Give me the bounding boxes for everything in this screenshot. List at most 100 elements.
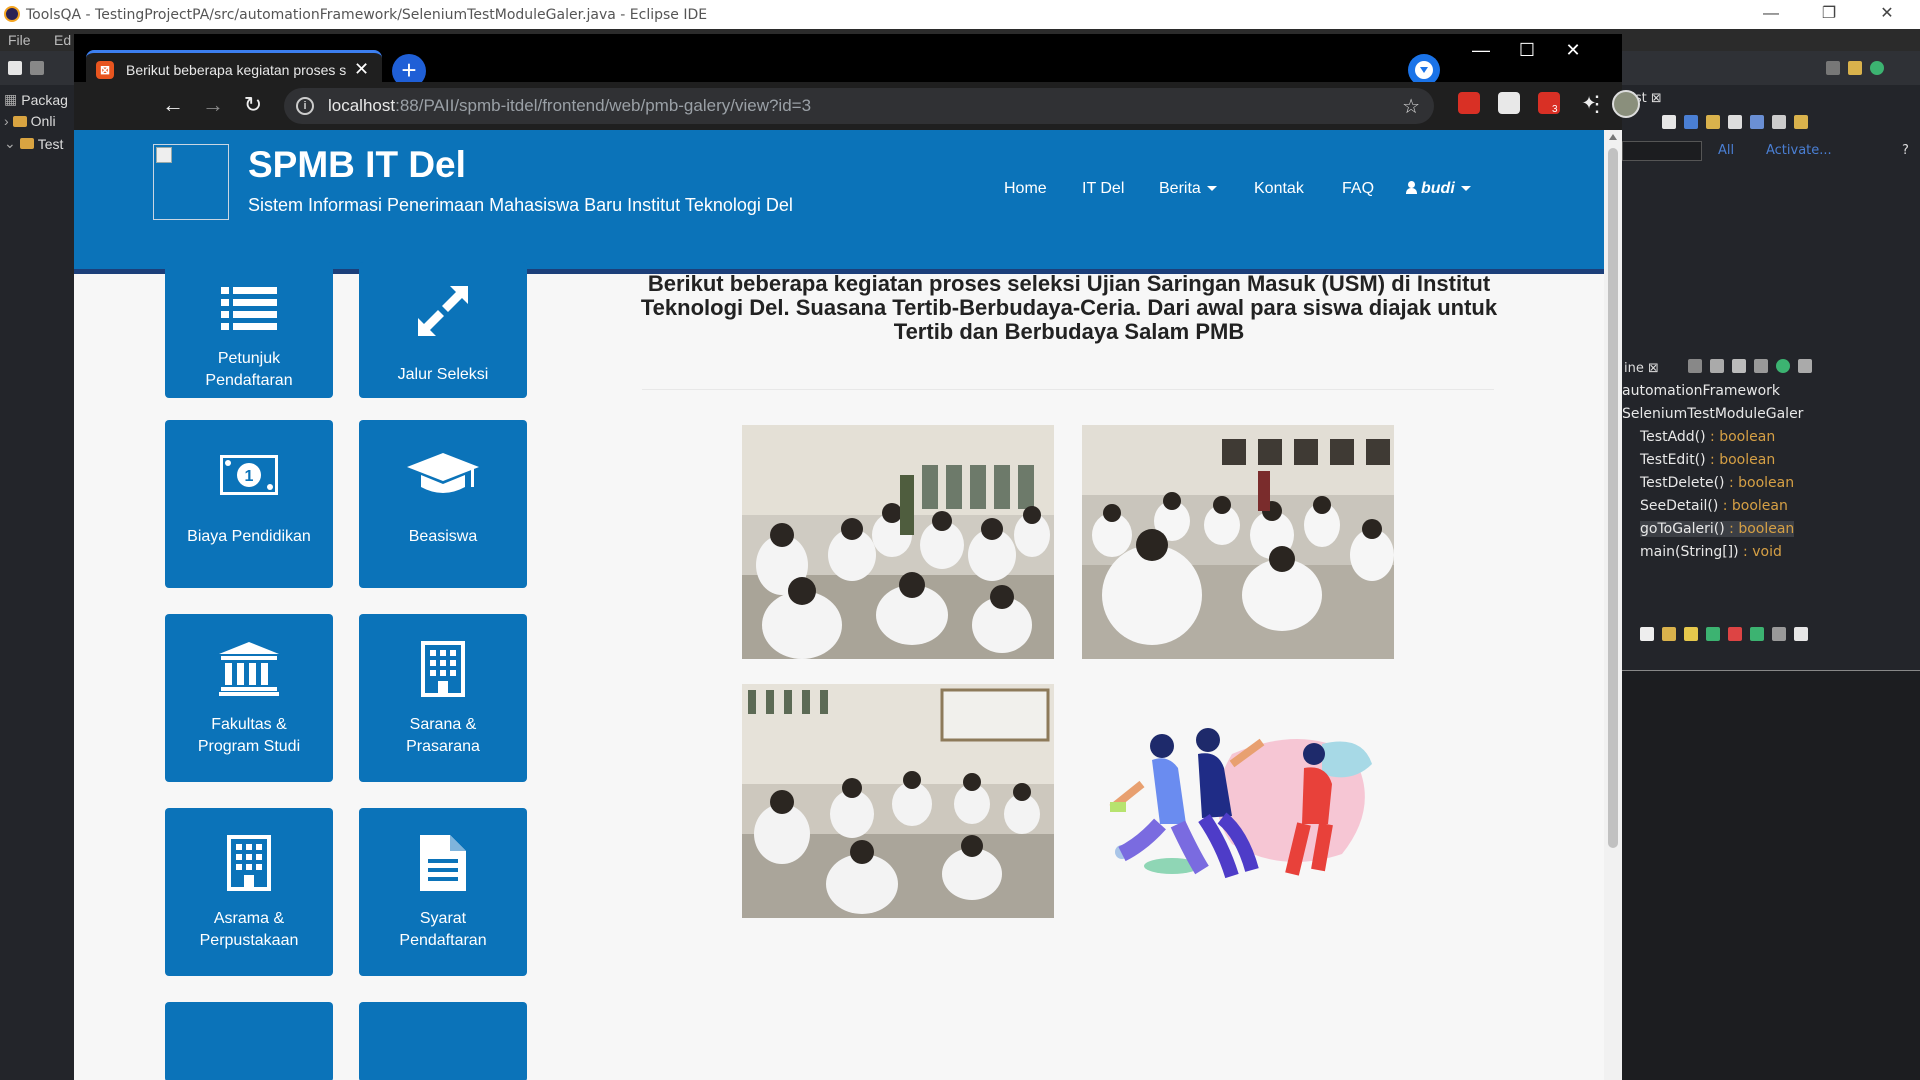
nav-user-dropdown[interactable]: budi	[1406, 180, 1471, 198]
outline-package[interactable]: automationFramework	[1622, 383, 1780, 399]
tab-strip: ⊠ Berikut beberapa kegiatan proses selek…	[74, 34, 1622, 88]
gallery-photo-exam-3[interactable]	[742, 684, 1054, 918]
scroll-up-icon[interactable]	[1609, 134, 1617, 140]
tile-label-line1: Syarat	[419, 910, 467, 927]
nav-home[interactable]: Home	[1004, 180, 1047, 198]
tab-close-icon[interactable]: ✕	[354, 59, 369, 80]
tile-petunjuk-pendaftaran[interactable]: Petunjuk Pendaftaran	[165, 262, 333, 398]
graduation-cap-icon	[359, 440, 527, 510]
url-text[interactable]: localhost:88/PAII/spmb-itdel/frontend/we…	[328, 96, 811, 116]
extension-badge-icon[interactable]: 3	[1538, 92, 1560, 115]
method-name: goToGaleri()	[1640, 521, 1725, 537]
tile-beasiswa[interactable]: Beasiswa	[359, 420, 527, 588]
tile-label-line2: Pendaftaran	[205, 372, 293, 389]
eclipse-restore-button[interactable]: ❐	[1806, 2, 1852, 26]
eclipse-titlebar: ToolsQA - TestingProjectPA/src/automatio…	[0, 0, 1920, 29]
tile-fakultas-program-studi[interactable]: Fakultas & Program Studi	[165, 614, 333, 782]
gallery-photo-exam-1[interactable]	[742, 425, 1054, 659]
tile-label: Asrama & Perpustakaan	[169, 908, 329, 952]
tile-label-line2: Program Studi	[197, 738, 301, 755]
chrome-close-button[interactable]: ✕	[1550, 40, 1596, 61]
back-button[interactable]: ←	[158, 92, 188, 118]
method-name: SeeDetail()	[1640, 498, 1719, 514]
package-explorer-tab[interactable]: ▦ Packag	[4, 91, 68, 108]
outline-method[interactable]: SeeDetail() : boolean	[1640, 498, 1788, 514]
page-scrollbar[interactable]	[1604, 130, 1622, 1080]
outline-method[interactable]: TestEdit() : boolean	[1640, 452, 1775, 468]
tile-jalur-seleksi[interactable]: Jalur Seleksi	[359, 262, 527, 398]
outline-tab[interactable]: ine ⊠	[1624, 361, 1659, 376]
tile-partial[interactable]	[359, 1002, 527, 1080]
omnibox[interactable]: i localhost:88/PAII/spmb-itdel/frontend/…	[284, 88, 1434, 124]
filter-all-link[interactable]: All	[1718, 143, 1734, 158]
menu-edit[interactable]: Ed	[54, 32, 71, 48]
nav-itdel[interactable]: IT Del	[1082, 180, 1124, 198]
console-area[interactable]	[1622, 670, 1920, 1080]
gallery-illustration[interactable]	[1082, 684, 1394, 918]
nav-kontak[interactable]: Kontak	[1254, 180, 1304, 198]
tile-syarat-pendaftaran[interactable]: Syarat Pendaftaran	[359, 808, 527, 976]
eclipse-minimize-button[interactable]: —	[1748, 2, 1794, 26]
extension-arrow-icon[interactable]	[1458, 92, 1480, 114]
site-info-icon[interactable]: i	[296, 97, 314, 115]
tile-label-line1: Sarana &	[409, 716, 477, 733]
outline-method[interactable]: main(String[]) : void	[1640, 544, 1782, 560]
eclipse-close-button[interactable]: ✕	[1864, 2, 1910, 26]
tile-label-line2: Prasarana	[406, 738, 480, 755]
tile-label: Petunjuk Pendaftaran	[169, 348, 329, 392]
chrome-menu-icon[interactable]: ⋮	[1586, 90, 1608, 118]
tile-biaya-pendidikan[interactable]: 1 Biaya Pendidikan	[165, 420, 333, 588]
chevron-down-icon	[1206, 186, 1217, 192]
bookmark-star-icon[interactable]: ☆	[1402, 94, 1420, 119]
filter-activate-link[interactable]: Activate...	[1766, 143, 1832, 158]
outline-method[interactable]: TestAdd() : boolean	[1640, 429, 1775, 445]
list-icon	[165, 274, 333, 344]
nav-faq[interactable]: FAQ	[1342, 180, 1374, 198]
task-filter-input[interactable]	[1622, 141, 1702, 161]
tile-partial[interactable]	[165, 1002, 333, 1080]
tile-asrama-perpustakaan[interactable]: Asrama & Perpustakaan	[165, 808, 333, 976]
profile-avatar[interactable]	[1612, 90, 1640, 118]
menu-file[interactable]: File	[8, 32, 31, 48]
chevron-down-icon	[1460, 186, 1471, 192]
eclipse-perspective-icons[interactable]	[1826, 61, 1884, 77]
folder-icon	[12, 115, 27, 127]
scrollbar-thumb[interactable]	[1608, 148, 1618, 848]
method-return: : boolean	[1705, 452, 1776, 468]
extension-list-icon[interactable]	[1498, 92, 1520, 114]
gallery-photo-exam-2[interactable]	[1082, 425, 1394, 659]
site-logo[interactable]	[153, 144, 229, 220]
method-name: TestDelete()	[1640, 475, 1725, 491]
outline-class[interactable]: SeleniumTestModuleGaler	[1622, 406, 1803, 422]
chrome-minimize-button[interactable]: —	[1458, 40, 1504, 61]
tab-title: Berikut beberapa kegiatan proses seleksi	[126, 61, 346, 78]
eclipse-right-panel: List ⊠ All Activate... ? ine ⊠ automatio…	[1622, 85, 1920, 1080]
site-title[interactable]: SPMB IT Del	[248, 144, 466, 186]
chrome-maximize-button[interactable]: ☐	[1504, 40, 1550, 61]
tile-sarana-prasarana[interactable]: Sarana & Prasarana	[359, 614, 527, 782]
site-header: SPMB IT Del Sistem Informasi Penerimaan …	[74, 130, 1604, 274]
outline-toolbar[interactable]	[1688, 359, 1812, 375]
user-icon	[1406, 181, 1417, 194]
method-name: TestAdd()	[1640, 429, 1706, 445]
page-viewport: SPMB IT Del Sistem Informasi Penerimaan …	[74, 130, 1604, 1080]
forward-button[interactable]: →	[198, 92, 228, 118]
tree-item-test[interactable]: ⌄ Test	[4, 135, 63, 152]
eclipse-toolbar-icons[interactable]	[8, 61, 44, 77]
package-explorer-panel: ▦ Packag › Onli ⌄ Test	[0, 85, 74, 1080]
outline-method-selected[interactable]: goToGaleri() : boolean	[1640, 521, 1795, 537]
divider	[642, 389, 1494, 390]
tile-label-line2: Pendaftaran	[399, 932, 487, 949]
address-toolbar: ← → ↻ i localhost:88/PAII/spmb-itdel/fro…	[74, 82, 1640, 130]
nav-berita-dropdown[interactable]: Berita	[1159, 180, 1217, 198]
tree-item-onli[interactable]: › Onli	[4, 113, 56, 129]
help-icon[interactable]: ?	[1902, 143, 1909, 158]
reload-button[interactable]: ↻	[238, 92, 268, 118]
browser-tab[interactable]: ⊠ Berikut beberapa kegiatan proses selek…	[86, 50, 382, 86]
console-toolbar[interactable]	[1640, 627, 1808, 643]
task-list-toolbar[interactable]	[1662, 115, 1808, 131]
package-explorer-label: Packag	[21, 91, 68, 108]
tile-label-line1: Fakultas &	[211, 716, 287, 733]
outline-method[interactable]: TestDelete() : boolean	[1640, 475, 1794, 491]
expand-arrows-icon	[359, 276, 527, 346]
